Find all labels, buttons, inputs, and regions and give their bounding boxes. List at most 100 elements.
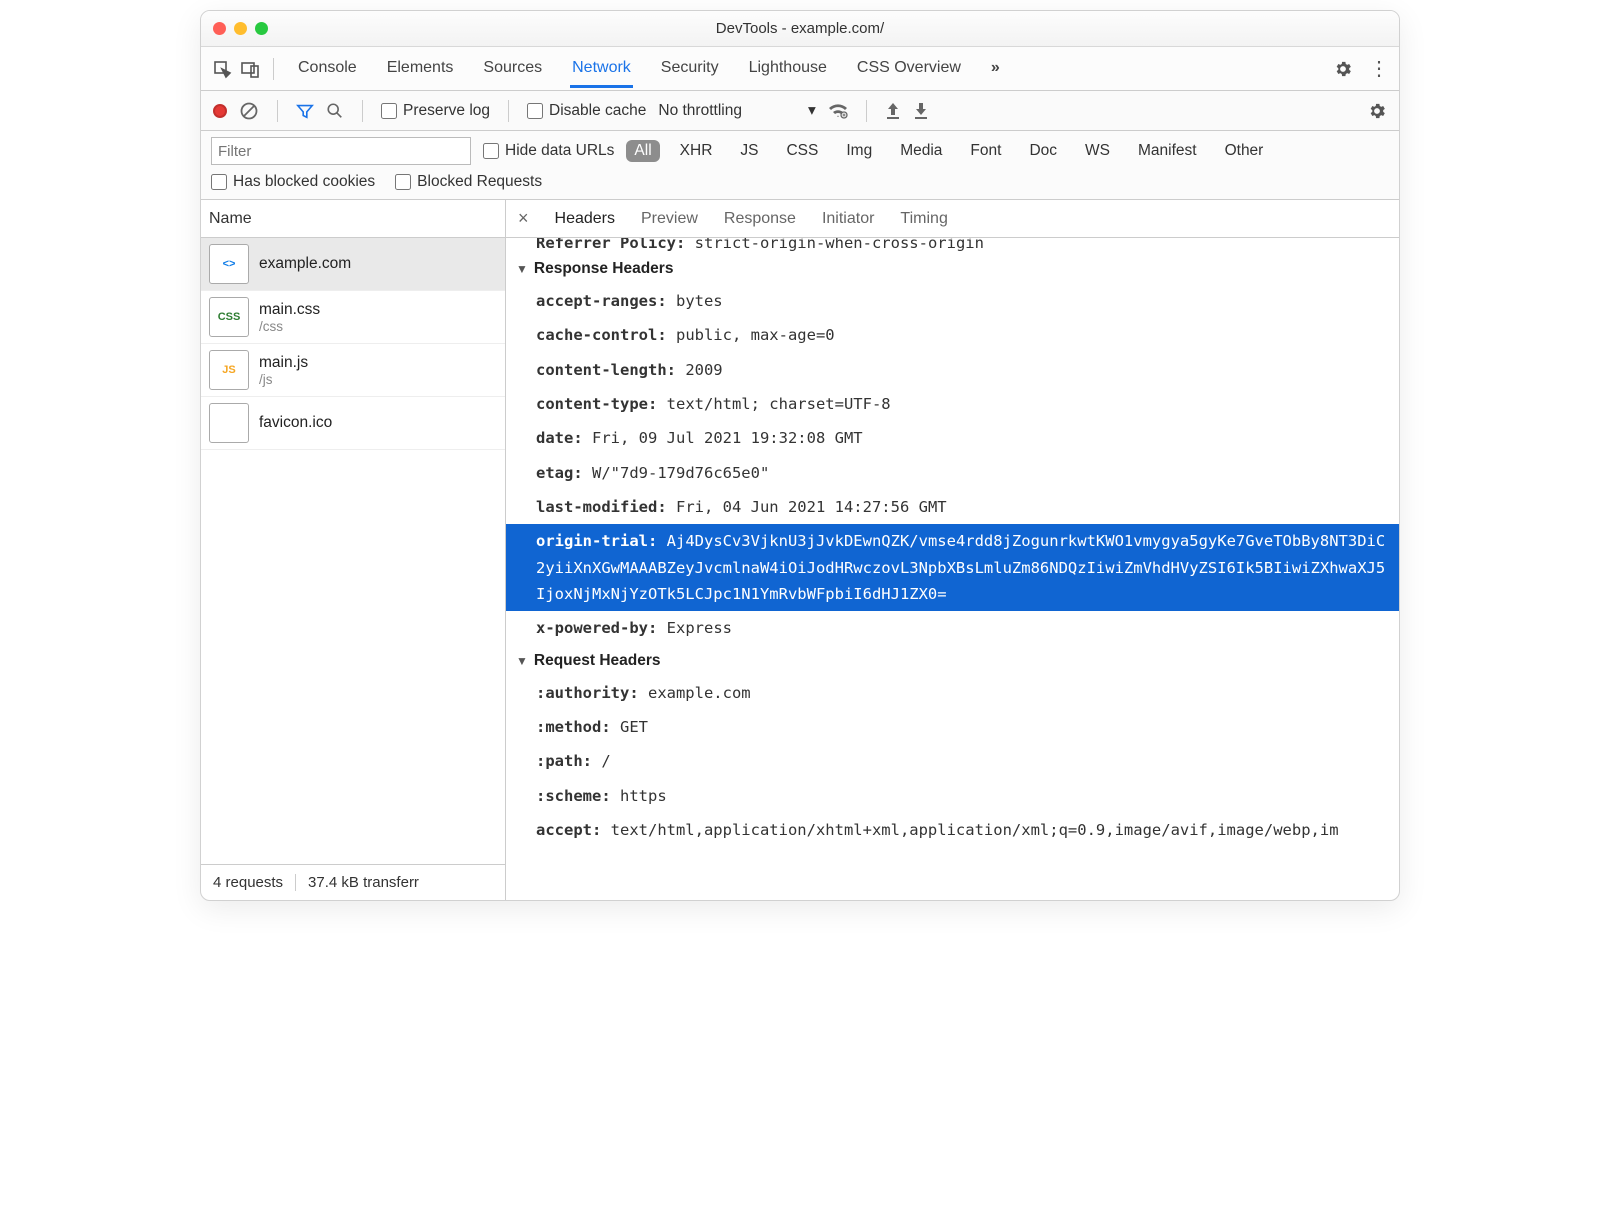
divider	[277, 100, 278, 122]
header-key: :authority:	[536, 684, 648, 702]
tab-security[interactable]: Security	[659, 49, 721, 88]
close-detail-icon[interactable]: ×	[518, 208, 529, 229]
type-manifest[interactable]: Manifest	[1130, 140, 1205, 162]
file-icon-blank	[209, 403, 249, 443]
download-har-icon[interactable]	[913, 102, 929, 120]
tab-lighthouse[interactable]: Lighthouse	[747, 49, 829, 88]
tab-console[interactable]: Console	[296, 49, 359, 88]
header-row[interactable]: content-type: text/html; charset=UTF-8	[506, 387, 1399, 421]
file-icon-js: JS	[209, 350, 249, 390]
disable-cache-checkbox[interactable]: Disable cache	[527, 102, 646, 120]
header-value: GET	[620, 718, 648, 736]
throttling-select[interactable]: No throttling ▾	[658, 101, 815, 120]
header-row[interactable]: :authority: example.com	[506, 676, 1399, 710]
type-css[interactable]: CSS	[778, 140, 826, 162]
disclosure-triangle-icon: ▼	[516, 654, 528, 668]
header-row[interactable]: :path: /	[506, 744, 1399, 778]
preserve-log-checkbox[interactable]: Preserve log	[381, 102, 490, 120]
status-bar: 4 requests 37.4 kB transferr	[201, 864, 505, 900]
header-value: Fri, 09 Jul 2021 19:32:08 GMT	[592, 429, 863, 447]
type-js[interactable]: JS	[732, 140, 766, 162]
request-row-mainjs[interactable]: JS main.js/js	[201, 344, 505, 397]
header-row[interactable]: :method: GET	[506, 710, 1399, 744]
header-key: cache-control:	[536, 326, 676, 344]
header-row[interactable]: last-modified: Fri, 04 Jun 2021 14:27:56…	[506, 490, 1399, 524]
header-row[interactable]: content-length: 2009	[506, 353, 1399, 387]
header-key: :method:	[536, 718, 620, 736]
upload-har-icon[interactable]	[885, 102, 901, 120]
tabs-overflow-icon[interactable]: »	[989, 49, 1002, 88]
header-value: Express	[667, 619, 732, 637]
disable-cache-label: Disable cache	[549, 102, 646, 120]
file-icon-css: CSS	[209, 297, 249, 337]
header-row[interactable]: accept-ranges: bytes	[506, 284, 1399, 318]
devtools-window: DevTools - example.com/ Console Elements…	[200, 10, 1400, 901]
request-name: main.css	[259, 301, 320, 319]
subtab-response[interactable]: Response	[724, 210, 796, 228]
tab-cssoverview[interactable]: CSS Overview	[855, 49, 963, 88]
kebab-menu-icon[interactable]: ⋮	[1369, 65, 1389, 73]
section-title: Response Headers	[534, 260, 674, 278]
header-row[interactable]: cache-control: public, max-age=0	[506, 318, 1399, 352]
request-row-example[interactable]: <> example.com	[201, 238, 505, 291]
section-response-headers[interactable]: ▼ Response Headers	[506, 254, 1399, 284]
header-row[interactable]: x-powered-by: Express	[506, 611, 1399, 645]
record-button[interactable]	[213, 104, 227, 118]
column-header-name[interactable]: Name	[201, 200, 505, 238]
header-row[interactable]: origin-trial: Aj4DysCv3VjknU3jJvkDEwnQZK…	[506, 524, 1399, 611]
type-media[interactable]: Media	[892, 140, 950, 162]
header-row[interactable]: etag: W/"7d9-179d76c65e0"	[506, 456, 1399, 490]
tab-network[interactable]: Network	[570, 49, 633, 88]
main-tabs: Console Elements Sources Network Securit…	[296, 49, 1327, 88]
panel-settings-icon[interactable]	[1367, 101, 1387, 121]
filter-input[interactable]	[211, 137, 471, 165]
type-xhr[interactable]: XHR	[672, 140, 721, 162]
section-request-headers[interactable]: ▼ Request Headers	[506, 646, 1399, 676]
request-list-pane: Name <> example.com CSS main.css/css JS …	[201, 200, 506, 900]
tab-sources[interactable]: Sources	[481, 49, 544, 88]
chevron-down-icon: ▾	[808, 101, 816, 120]
request-row-maincss[interactable]: CSS main.css/css	[201, 291, 505, 344]
network-conditions-icon[interactable]	[828, 103, 848, 119]
header-row[interactable]: accept: text/html,application/xhtml+xml,…	[506, 813, 1399, 847]
device-toggle-icon[interactable]	[239, 59, 261, 79]
main-split: Name <> example.com CSS main.css/css JS …	[201, 200, 1399, 900]
subtab-preview[interactable]: Preview	[641, 210, 698, 228]
settings-icon[interactable]	[1333, 59, 1353, 79]
request-detail-pane: × Headers Preview Response Initiator Tim…	[506, 200, 1399, 900]
subtab-headers[interactable]: Headers	[555, 210, 615, 228]
type-doc[interactable]: Doc	[1021, 140, 1065, 162]
header-row[interactable]: :scheme: https	[506, 779, 1399, 813]
inspect-icon[interactable]	[211, 59, 233, 79]
header-value: example.com	[648, 684, 751, 702]
type-img[interactable]: Img	[838, 140, 880, 162]
header-key: :scheme:	[536, 787, 620, 805]
filter-toggle-icon[interactable]	[296, 102, 314, 120]
detail-subtabs: × Headers Preview Response Initiator Tim…	[506, 200, 1399, 238]
divider	[362, 100, 363, 122]
blocked-requests-checkbox[interactable]: Blocked Requests	[395, 173, 542, 191]
request-row-favicon[interactable]: favicon.ico	[201, 397, 505, 450]
subtab-initiator[interactable]: Initiator	[822, 210, 874, 228]
request-path: /css	[259, 319, 320, 334]
header-value: public, max-age=0	[676, 326, 835, 344]
subtab-timing[interactable]: Timing	[900, 210, 947, 228]
hide-data-urls-checkbox[interactable]: Hide data URLs	[483, 142, 614, 160]
has-blocked-cookies-checkbox[interactable]: Has blocked cookies	[211, 173, 375, 191]
header-row[interactable]: date: Fri, 09 Jul 2021 19:32:08 GMT	[506, 421, 1399, 455]
tab-elements[interactable]: Elements	[385, 49, 456, 88]
type-other[interactable]: Other	[1217, 140, 1272, 162]
type-ws[interactable]: WS	[1077, 140, 1118, 162]
titlebar: DevTools - example.com/	[201, 11, 1399, 47]
network-controlbar: Preserve log Disable cache No throttling…	[201, 91, 1399, 131]
header-key: last-modified:	[536, 498, 676, 516]
type-font[interactable]: Font	[962, 140, 1009, 162]
search-icon[interactable]	[326, 102, 344, 120]
header-value: text/html,application/xhtml+xml,applicat…	[611, 821, 1339, 839]
request-name: favicon.ico	[259, 414, 332, 432]
headers-body[interactable]: Referrer Policy: strict-origin-when-cros…	[506, 238, 1399, 900]
header-key: x-powered-by:	[536, 619, 667, 637]
clear-icon[interactable]	[239, 101, 259, 121]
type-all[interactable]: All	[626, 140, 659, 162]
file-icon-html: <>	[209, 244, 249, 284]
